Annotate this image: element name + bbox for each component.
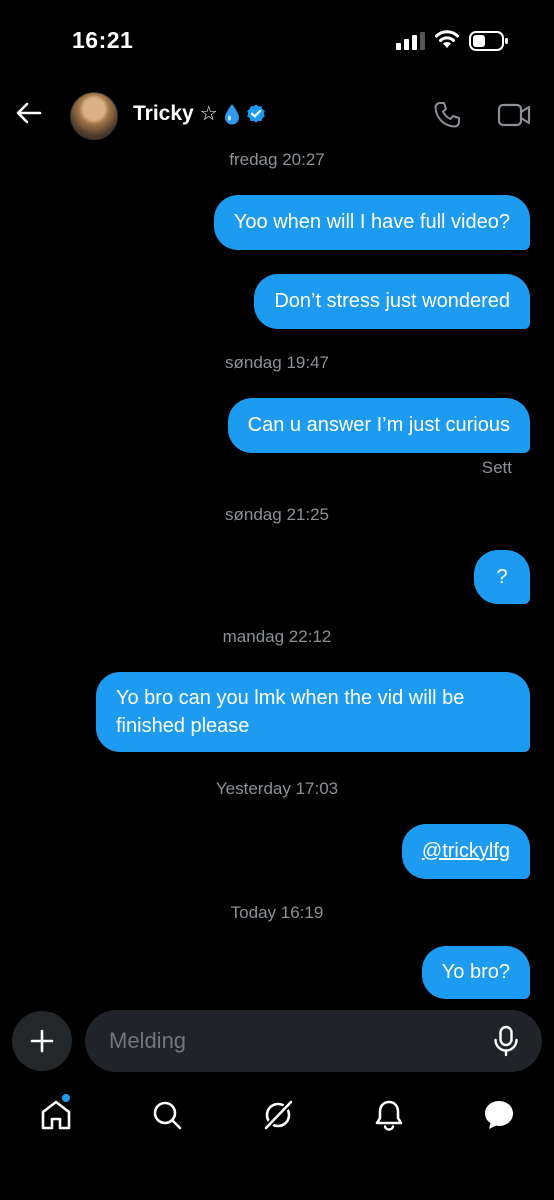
sent-message-mention[interactable]: @trickylfg xyxy=(401,824,530,879)
sent-message[interactable]: ? xyxy=(474,550,530,604)
message-timestamp: søndag 21:25 xyxy=(225,505,329,524)
read-receipt: Sett xyxy=(481,458,512,477)
sent-message[interactable]: Yo bro can you lmk when the vid will be … xyxy=(96,672,530,752)
message-timestamp: fredag 20:27 xyxy=(229,150,325,169)
phone-call-icon[interactable] xyxy=(432,100,462,130)
sent-message[interactable]: Don’t stress just wondered xyxy=(254,274,530,329)
message-timestamp: mandag 22:12 xyxy=(222,627,332,646)
search-icon[interactable] xyxy=(150,1098,184,1132)
message-timestamp: søndag 19:47 xyxy=(225,353,329,372)
microphone-icon[interactable] xyxy=(492,1025,520,1057)
message-input-placeholder: Melding xyxy=(109,1028,187,1053)
cellular-signal-icon xyxy=(396,32,425,50)
sent-message[interactable]: Yo bro? xyxy=(421,946,530,999)
notification-dot xyxy=(62,1094,70,1102)
plus-icon xyxy=(30,1029,54,1053)
contact-avatar[interactable] xyxy=(70,92,118,140)
message-timestamp: Yesterday 17:03 xyxy=(215,779,339,798)
add-attachment-button[interactable] xyxy=(12,1011,72,1071)
battery-icon xyxy=(469,31,508,51)
star-emoji: ☆ xyxy=(199,103,218,125)
sent-message[interactable]: Can u answer I’m just curious xyxy=(227,398,530,453)
wifi-icon xyxy=(435,30,459,48)
grok-icon[interactable] xyxy=(261,1098,295,1132)
droplet-emoji-icon xyxy=(224,103,239,124)
status-time: 16:21 xyxy=(72,27,134,53)
notifications-bell-icon[interactable] xyxy=(372,1098,406,1132)
messages-icon[interactable] xyxy=(482,1098,516,1132)
message-timestamp: Today 16:19 xyxy=(230,903,324,922)
sent-message[interactable]: Yoo when will I have full video? xyxy=(213,195,530,250)
contact-header[interactable]: Tricky ☆ xyxy=(133,101,266,126)
verified-badge-icon xyxy=(246,104,265,123)
back-arrow-icon[interactable] xyxy=(14,98,44,128)
message-input[interactable]: Melding xyxy=(85,1010,542,1072)
contact-name: Tricky xyxy=(133,101,194,125)
home-icon[interactable] xyxy=(39,1098,73,1132)
video-call-icon[interactable] xyxy=(497,102,531,128)
